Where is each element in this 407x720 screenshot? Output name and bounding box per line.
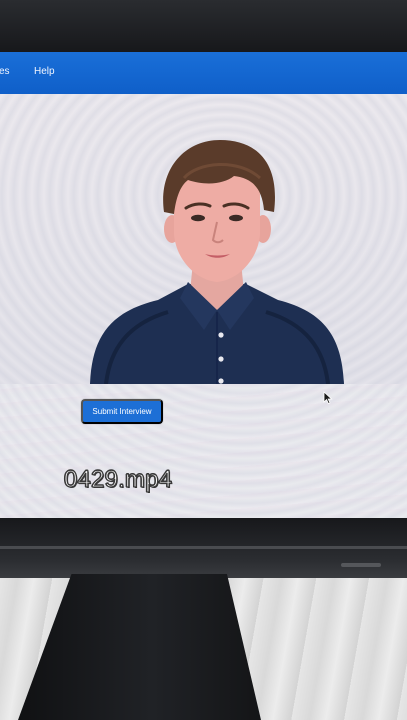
monitor-bezel-strip [0,546,407,549]
shirt-button [218,332,224,338]
avatar-person [90,140,344,384]
shirt-button [218,378,224,384]
monitor-top-bezel [0,0,407,52]
mouse-cursor-icon [323,391,333,405]
monitor-screen: ces Help [0,52,407,518]
shirt-button [218,356,224,362]
monitor-logo-mark [341,563,381,567]
avatar-eye-left [191,214,205,222]
avatar-eye-right [229,214,243,222]
submit-interview-button[interactable]: Submit Interview [81,399,163,424]
top-navbar: ces Help [0,52,407,94]
avatar-face [174,171,260,282]
interview-video[interactable] [0,94,407,384]
nav-item-services[interactable]: ces [0,66,10,77]
nav-item-help[interactable]: Help [34,66,55,77]
video-filename-overlay: 0429.mp4 [63,465,173,493]
